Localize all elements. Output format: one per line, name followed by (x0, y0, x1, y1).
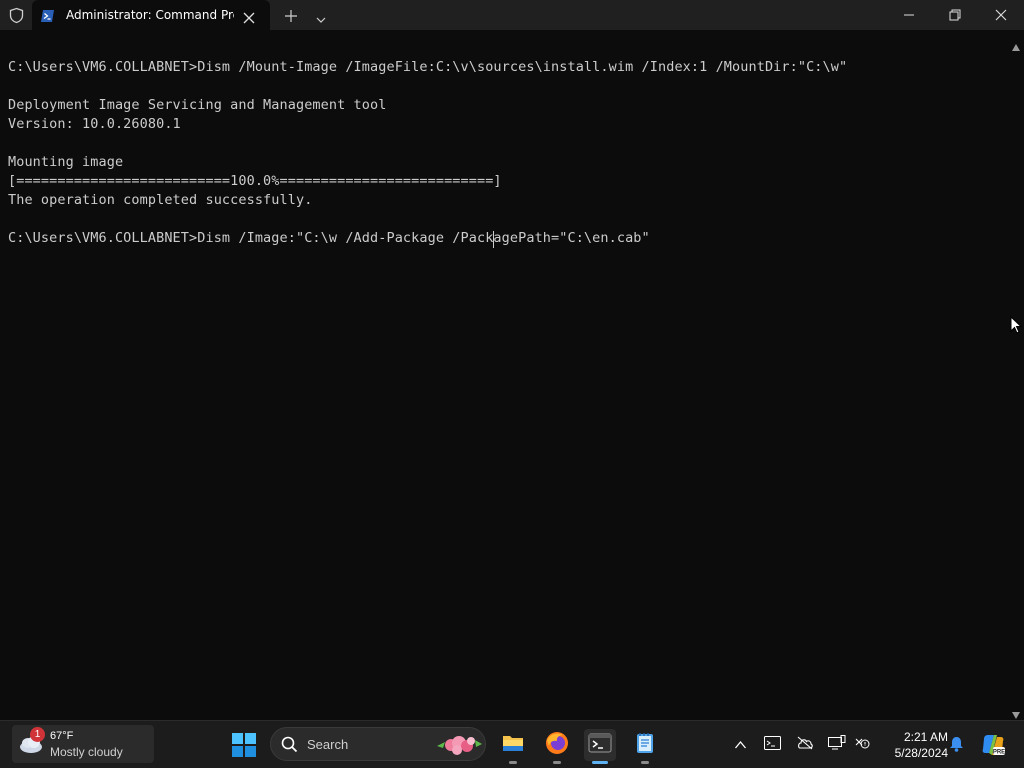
network-icon[interactable] (854, 735, 870, 754)
weather-temperature: 67°F (50, 730, 74, 742)
terminal-tab[interactable]: Administrator: Command Prc (32, 0, 270, 30)
plus-icon[interactable] (284, 8, 298, 22)
terminal-tray-icon[interactable] (764, 735, 781, 754)
weather-widget[interactable]: 1 67°F Mostly cloudy (12, 725, 154, 763)
restore-button[interactable] (932, 0, 978, 30)
search-placeholder: Search (307, 737, 349, 752)
weather-description: Mostly cloudy (50, 745, 123, 759)
running-indicator (641, 761, 649, 764)
vertical-scrollbar[interactable] (1008, 30, 1024, 720)
cloud-offline-icon[interactable] (796, 735, 814, 754)
title-bar: Administrator: Command Prc (0, 0, 1024, 30)
tab-title: Administrator: Command Prc (66, 8, 234, 22)
console-line: Version: 10.0.26080.1 (8, 116, 181, 132)
notification-badge: 1 (30, 727, 45, 742)
file-explorer-icon (503, 736, 523, 751)
chevron-up-icon[interactable] (734, 735, 747, 754)
notepad-icon (637, 733, 653, 753)
command-input-line[interactable]: C:\Users\VM6.COLLABNET>Dism /Image:"C:\w… (8, 229, 650, 248)
taskbar-search-box[interactable]: Search (270, 727, 486, 761)
running-indicator (509, 761, 517, 764)
bell-icon[interactable] (949, 736, 964, 756)
clock-date: 5/28/2024 (894, 746, 948, 760)
close-button[interactable] (978, 0, 1024, 30)
minimize-button[interactable] (886, 0, 932, 30)
search-highlight-art-icon (435, 732, 483, 762)
display-icon[interactable] (828, 735, 846, 754)
running-indicator (553, 761, 561, 764)
progress-bar-text: [==========================100.0%=======… (8, 173, 502, 189)
scroll-up-arrow-icon[interactable] (1012, 36, 1020, 55)
windows-start-icon[interactable] (232, 733, 256, 757)
console-output[interactable]: C:\Users\VM6.COLLABNET>Dism /Mount-Image… (0, 30, 1008, 720)
text-cursor (493, 231, 494, 248)
system-clock[interactable]: 2:21 AM 5/28/2024 (878, 729, 948, 761)
console-line: The operation completed successfully. (8, 192, 313, 208)
console-line: C:\Users\VM6.COLLABNET>Dism /Mount-Image… (8, 59, 848, 75)
chevron-down-icon[interactable] (315, 10, 327, 23)
clock-time: 2:21 AM (903, 730, 948, 744)
console-line: Deployment Image Servicing and Managemen… (8, 97, 387, 113)
taskbar-file-explorer[interactable] (497, 729, 529, 764)
maximize-icon (949, 9, 961, 21)
active-indicator (592, 761, 608, 764)
shield-icon (8, 7, 25, 24)
powershell-icon (40, 8, 55, 22)
svg-text:PRE: PRE (993, 750, 1005, 756)
taskbar: 1 67°F Mostly cloudy Search 2:21 AM 5/28… (0, 720, 1024, 768)
close-icon (995, 9, 1007, 21)
terminal-icon (588, 733, 612, 753)
taskbar-notepad[interactable] (629, 729, 661, 764)
close-icon[interactable] (243, 9, 255, 24)
taskbar-terminal[interactable] (584, 729, 616, 764)
console-line: Mounting image (8, 154, 124, 170)
firefox-icon (546, 732, 568, 754)
copilot-icon[interactable]: PRE (980, 733, 1006, 761)
taskbar-firefox[interactable] (541, 729, 573, 764)
minimize-icon (904, 14, 914, 16)
search-icon (281, 736, 298, 757)
mouse-pointer-icon (1010, 315, 1023, 339)
